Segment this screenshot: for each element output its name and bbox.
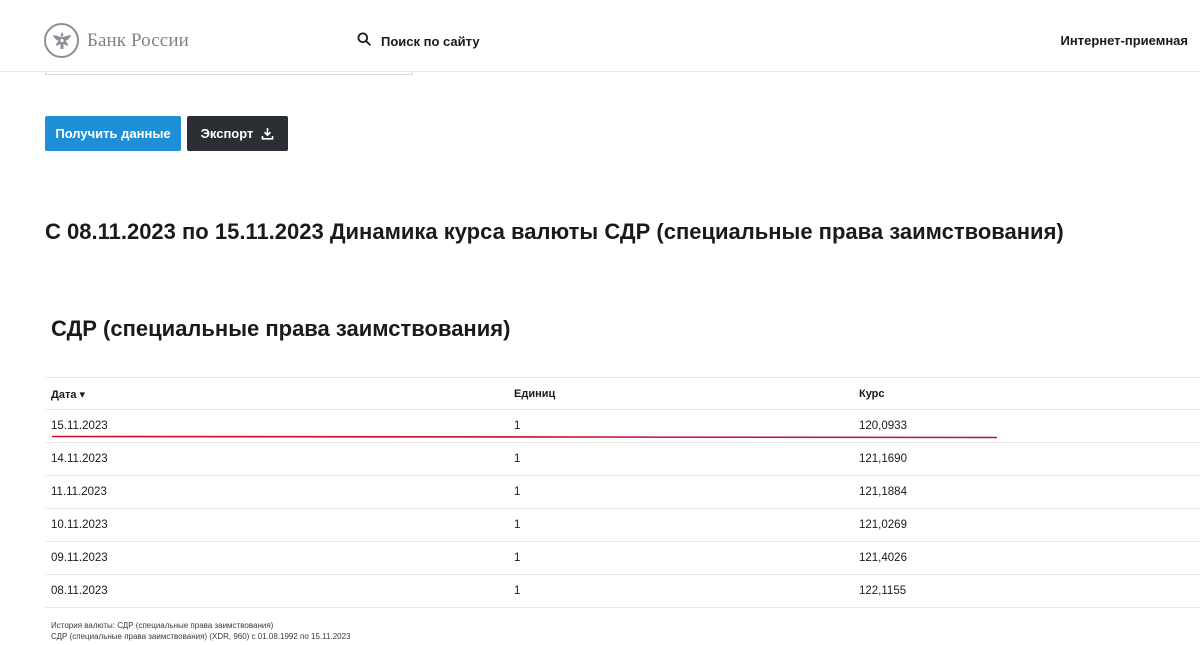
- cell-rate: 120,0933: [859, 420, 907, 432]
- cell-rate: 121,1690: [859, 453, 907, 465]
- cell-rate: 121,1884: [859, 486, 907, 498]
- cell-rate: 121,4026: [859, 552, 907, 564]
- internet-reception-link[interactable]: Интернет-приемная: [1061, 33, 1188, 48]
- currency-history-note: История валюты: СДР (специальные права з…: [51, 620, 351, 642]
- cell-units: 1: [514, 486, 521, 498]
- cell-date: 14.11.2023: [51, 453, 108, 465]
- logo-text: Банк России: [87, 29, 189, 51]
- table-header-row: Дата ▾ Единиц Курс: [45, 377, 1200, 410]
- footnote-line-2: СДР (специальные права заимствования) (X…: [51, 632, 351, 641]
- eagle-emblem-icon: [44, 23, 79, 58]
- table-title: СДР (специальные права заимствования): [51, 316, 511, 341]
- form-field-bottom-edge[interactable]: [45, 72, 413, 75]
- cell-date: 09.11.2023: [51, 552, 108, 564]
- get-data-label: Получить данные: [55, 126, 171, 141]
- download-icon: [261, 127, 274, 140]
- cell-rate: 122,1155: [859, 585, 907, 597]
- export-label: Экспорт: [200, 126, 254, 141]
- column-header-date[interactable]: Дата ▾: [51, 388, 85, 401]
- export-button[interactable]: Экспорт: [187, 116, 288, 151]
- table-row: 10.11.2023 1 121,0269: [45, 509, 1200, 542]
- table-row: 08.11.2023 1 122,1155: [45, 575, 1200, 608]
- site-header: Банк России Поиск по сайту Интернет-прие…: [0, 0, 1200, 72]
- rates-table: Дата ▾ Единиц Курс 15.11.2023 1 120,0933…: [45, 377, 1200, 608]
- cell-date: 15.11.2023: [51, 420, 108, 432]
- cell-rate: 121,0269: [859, 519, 907, 531]
- table-row: 09.11.2023 1 121,4026: [45, 542, 1200, 575]
- search-icon: [357, 32, 371, 51]
- column-header-units: Единиц: [514, 388, 556, 400]
- cell-date: 10.11.2023: [51, 519, 108, 531]
- cell-units: 1: [514, 519, 521, 531]
- cell-units: 1: [514, 453, 521, 465]
- bank-logo[interactable]: Банк России: [44, 23, 189, 58]
- column-header-rate: Курс: [859, 388, 885, 400]
- search-link[interactable]: Поиск по сайту: [357, 32, 480, 51]
- page-title: С 08.11.2023 по 15.11.2023 Динамика курс…: [45, 219, 1064, 244]
- red-underline-annotation: [51, 435, 998, 439]
- cell-date: 11.11.2023: [51, 486, 107, 498]
- cell-date: 08.11.2023: [51, 585, 108, 597]
- cell-units: 1: [514, 420, 521, 432]
- search-label: Поиск по сайту: [381, 34, 480, 49]
- cell-units: 1: [514, 585, 521, 597]
- get-data-button[interactable]: Получить данные: [45, 116, 181, 151]
- cell-units: 1: [514, 552, 521, 564]
- table-row: 14.11.2023 1 121,1690: [45, 443, 1200, 476]
- table-row: 11.11.2023 1 121,1884: [45, 476, 1200, 509]
- footnote-line-1: История валюты: СДР (специальные права з…: [51, 621, 274, 630]
- page: Банк России Поиск по сайту Интернет-прие…: [0, 0, 1200, 645]
